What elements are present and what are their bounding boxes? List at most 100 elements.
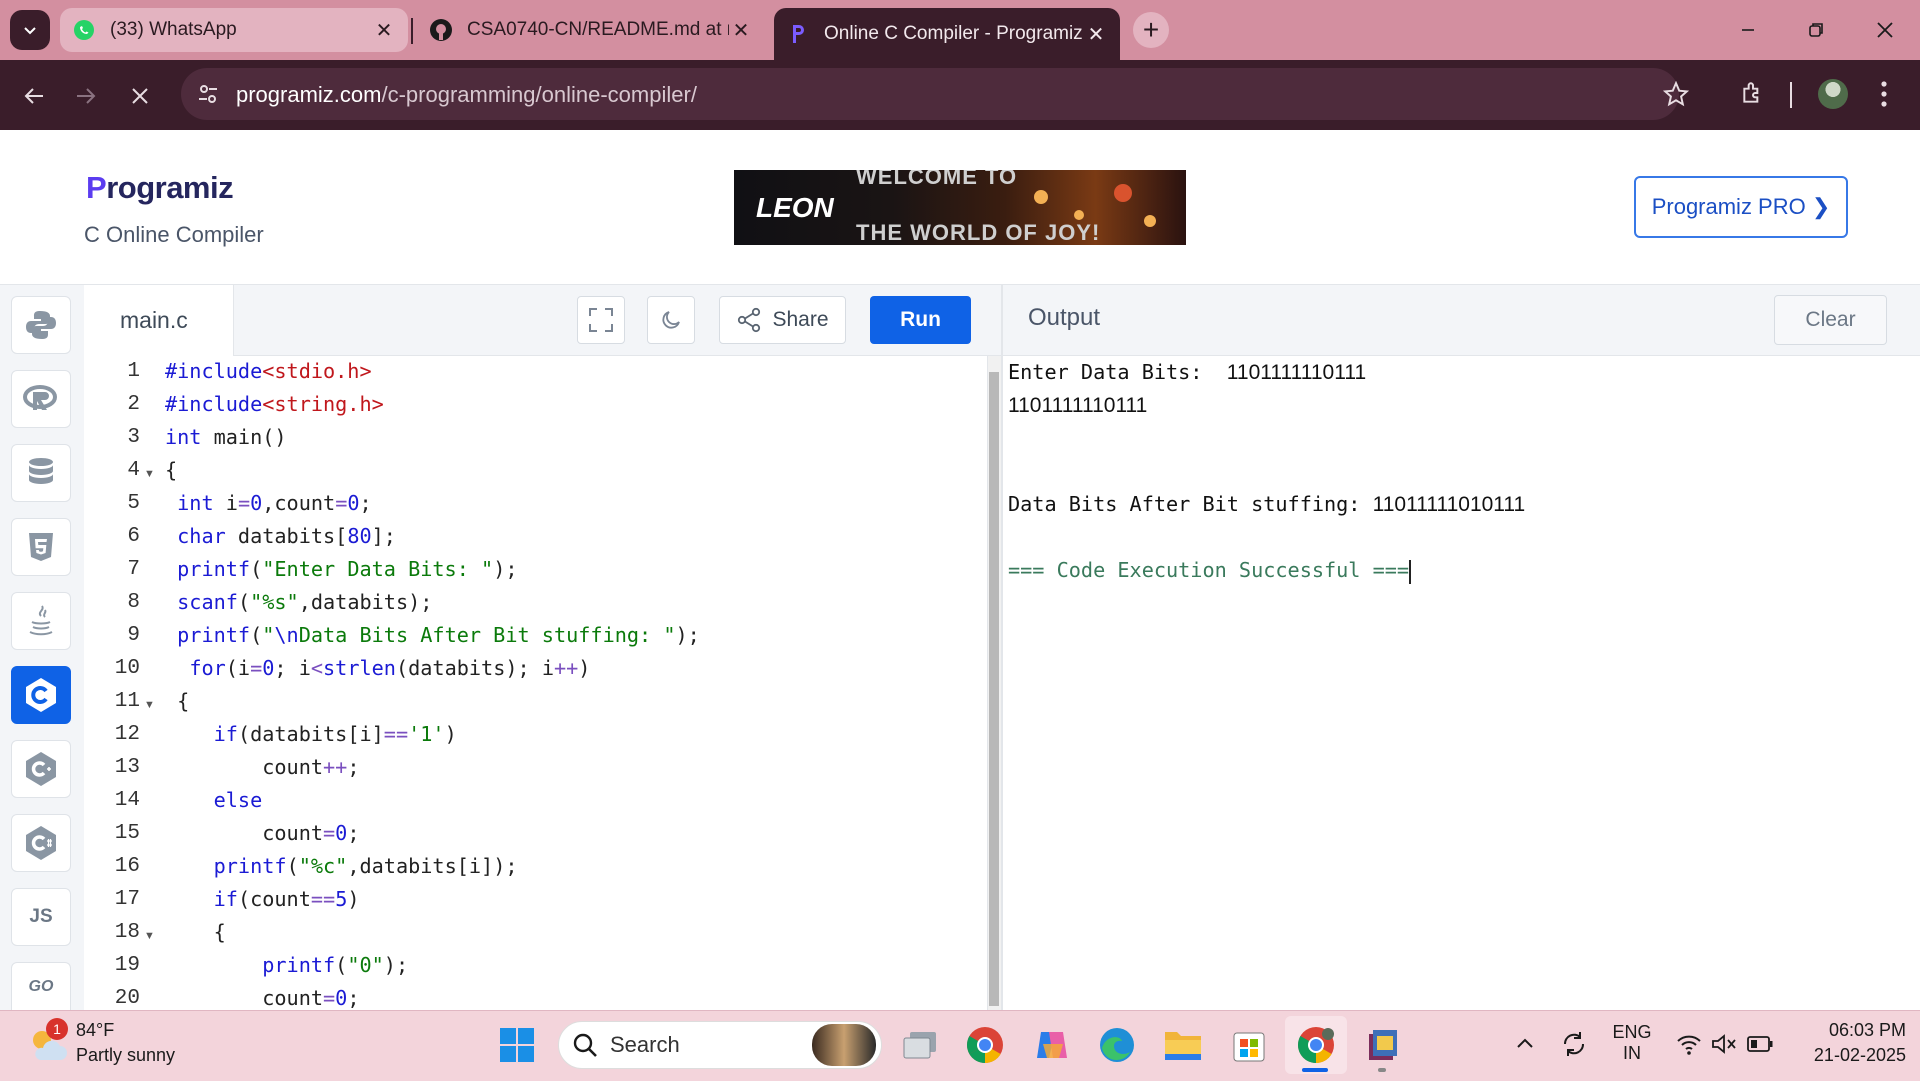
chrome-icon <box>967 1027 1003 1063</box>
code-line[interactable]: char databits[80]; <box>165 524 396 548</box>
code-line[interactable]: printf("Enter Data Bits: "); <box>165 557 517 581</box>
programiz-logo[interactable]: Programiz <box>86 170 234 206</box>
clock[interactable]: 06:03 PM 21-02-2025 <box>1790 1020 1906 1066</box>
weather-description[interactable]: Partly sunny <box>76 1045 175 1066</box>
lang-sql[interactable] <box>11 444 71 502</box>
close-icon <box>132 88 148 104</box>
text-caret <box>1409 559 1412 584</box>
minimize-button[interactable] <box>1725 12 1771 48</box>
run-button[interactable]: Run <box>870 296 971 344</box>
site-info-icon[interactable] <box>196 82 220 111</box>
bookmark-star-icon[interactable] <box>1662 80 1690 112</box>
code-line[interactable]: { <box>165 458 177 482</box>
volume-muted-icon[interactable] <box>1710 1032 1738 1061</box>
taskbar-store[interactable] <box>1226 1022 1272 1068</box>
lang-go[interactable]: GO <box>11 962 71 1010</box>
browser-menu-icon[interactable] <box>1880 80 1888 113</box>
copilot-icon <box>1037 1032 1067 1058</box>
ad-banner[interactable]: LEON WELCOME TO THE WORLD OF JOY! <box>734 170 1186 245</box>
lang-html[interactable] <box>11 518 71 576</box>
editor-scrollbar-thumb[interactable] <box>989 372 999 1006</box>
code-line[interactable]: if(databits[i]=='1') <box>165 722 457 746</box>
taskbar-copilot[interactable] <box>1029 1022 1075 1068</box>
code-line[interactable]: #include<string.h> <box>165 392 384 416</box>
close-tab-icon[interactable]: ✕ <box>372 18 396 43</box>
search-highlight-image[interactable] <box>812 1024 876 1066</box>
lang-javascript[interactable]: JS <box>11 888 71 946</box>
code-line[interactable]: if(count==5) <box>165 887 360 911</box>
code-line[interactable]: #include<stdio.h> <box>165 359 372 383</box>
code-line[interactable]: printf("%c",databits[i]); <box>165 854 518 878</box>
share-button[interactable]: Share <box>719 296 846 344</box>
tab-programiz-active[interactable]: Online C Compiler - Programiz ✕ <box>774 8 1120 60</box>
lang-csharp[interactable] <box>11 814 71 872</box>
battery-icon[interactable] <box>1746 1034 1774 1059</box>
code-line[interactable]: scanf("%s",databits); <box>165 590 432 614</box>
show-hidden-icons-chevron-icon[interactable] <box>1515 1034 1535 1059</box>
lang-cpp[interactable] <box>11 740 71 798</box>
lang-r[interactable] <box>11 370 71 428</box>
logo-initial: P <box>86 170 107 205</box>
sync-icon[interactable] <box>1560 1030 1588 1063</box>
wifi-icon[interactable] <box>1676 1032 1702 1061</box>
code-line[interactable]: count=0; <box>165 986 359 1010</box>
close-tab-icon[interactable]: ✕ <box>1084 22 1108 47</box>
taskbar-chrome-active[interactable] <box>1293 1022 1339 1068</box>
lang-java[interactable] <box>11 592 71 650</box>
weather-temperature[interactable]: 84°F <box>76 1020 114 1041</box>
arrow-left-icon <box>24 88 43 104</box>
code-line[interactable]: for(i=0; i<strlen(databits); i++) <box>165 656 590 680</box>
line-number: 20 <box>114 987 140 1010</box>
whatsapp-icon <box>72 18 96 42</box>
code-line[interactable]: count=0; <box>165 821 359 845</box>
fullscreen-button[interactable] <box>577 296 625 344</box>
file-tab-main-c[interactable]: main.c <box>84 285 234 356</box>
code-line[interactable]: printf("0"); <box>165 953 408 977</box>
output-console[interactable]: Enter Data Bits: 1101111110111 110111111… <box>1003 356 1920 1010</box>
close-tab-icon[interactable]: ✕ <box>729 18 753 43</box>
code-editor[interactable]: 1 2 3 4 5 6 7 8 9 10 11 12 13 14 15 16 1… <box>84 356 987 1010</box>
new-tab-button[interactable]: + <box>1133 12 1169 48</box>
tab-search-menu-button[interactable] <box>10 10 50 50</box>
python-icon <box>26 311 56 339</box>
dark-mode-toggle[interactable] <box>647 296 695 344</box>
windows-logo-icon <box>500 1028 534 1062</box>
code-line[interactable]: count++; <box>165 755 359 779</box>
share-label: Share <box>772 308 829 331</box>
tab-github-readme[interactable]: CSA0740-CN/README.md at m ✕ <box>417 8 765 52</box>
share-icon <box>738 307 761 333</box>
url-text[interactable]: programiz.com/c-programming/online-compi… <box>236 82 697 108</box>
code-line[interactable]: { <box>165 920 226 944</box>
lang-python[interactable] <box>11 296 71 354</box>
input-language-indicator[interactable]: ENG IN <box>1608 1022 1656 1064</box>
line-number: 6 <box>127 525 140 548</box>
taskbar-edge[interactable] <box>1094 1022 1140 1068</box>
back-button[interactable] <box>16 78 52 114</box>
code-line[interactable]: int i=0,count=0; <box>165 491 372 515</box>
clear-button[interactable]: Clear <box>1774 295 1887 345</box>
code-line[interactable]: int main() <box>165 425 287 449</box>
execution-status: === Code Execution Successful === <box>1008 558 1410 582</box>
lang-c[interactable] <box>11 666 71 724</box>
forward-button[interactable] <box>68 78 104 114</box>
stop-loading-button[interactable] <box>122 78 158 114</box>
page-subtitle: C Online Compiler <box>84 222 264 247</box>
tab-whatsapp[interactable]: (33) WhatsApp ✕ <box>60 8 408 52</box>
extensions-puzzle-icon[interactable] <box>1740 80 1766 111</box>
fullscreen-icon <box>589 308 613 332</box>
profile-avatar[interactable] <box>1818 79 1848 109</box>
fold-arrow-icon[interactable]: ▼ <box>144 468 155 480</box>
code-line[interactable]: { <box>165 689 189 713</box>
taskbar-winrar[interactable] <box>1359 1022 1405 1068</box>
taskbar-file-explorer[interactable] <box>1160 1022 1206 1068</box>
start-button[interactable] <box>494 1022 540 1068</box>
taskbar-task-view[interactable] <box>897 1022 943 1068</box>
restore-button[interactable] <box>1793 12 1839 48</box>
taskbar-chrome[interactable] <box>962 1022 1008 1068</box>
fold-arrow-icon[interactable]: ▼ <box>144 699 155 711</box>
code-line[interactable]: printf("\nData Bits After Bit stuffing: … <box>165 623 700 647</box>
fold-arrow-icon[interactable]: ▼ <box>144 930 155 942</box>
close-window-button[interactable] <box>1862 12 1908 48</box>
code-line[interactable]: else <box>165 788 263 812</box>
programiz-pro-button[interactable]: Programiz PRO ❯ <box>1634 176 1848 238</box>
